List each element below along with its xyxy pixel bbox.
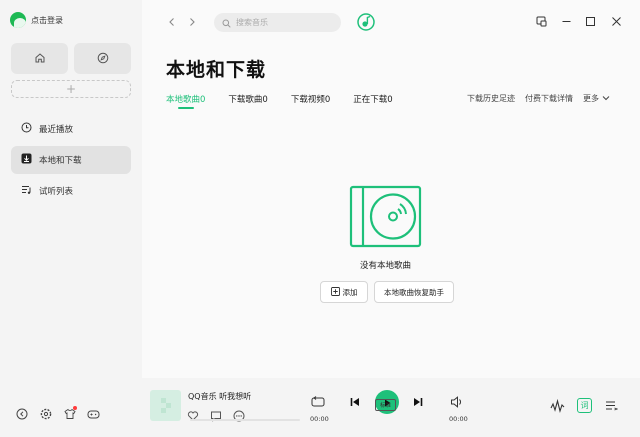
- maximize-icon[interactable]: [584, 15, 596, 27]
- playlist-queue-icon[interactable]: [604, 399, 618, 413]
- mini-mode-icon[interactable]: [535, 15, 547, 27]
- home-icon: [34, 49, 46, 68]
- next-icon[interactable]: [412, 396, 424, 408]
- page-title: 本地和下载: [166, 59, 267, 81]
- close-icon[interactable]: [610, 15, 622, 27]
- quality-button[interactable]: 标准: [375, 399, 396, 411]
- total-time: 00:00: [449, 415, 468, 423]
- comment-icon[interactable]: [210, 407, 222, 426]
- compass-icon: [97, 49, 109, 68]
- sidebar-bottom-tools: [14, 406, 101, 421]
- sidebar-item-trial-list[interactable]: 试听列表: [11, 177, 131, 205]
- sidebar-nav: 最近播放 本地和下载 试听列表: [11, 115, 131, 208]
- explore-button[interactable]: [74, 43, 131, 74]
- search-box[interactable]: 搜索音乐: [214, 13, 341, 32]
- tab-downloaded-videos[interactable]: 下载视频0: [291, 93, 330, 105]
- add-playlist-button[interactable]: +: [11, 80, 131, 98]
- quick-actions: [11, 43, 131, 74]
- collapse-icon[interactable]: [14, 406, 29, 421]
- add-button-label: 添加: [342, 287, 358, 297]
- avatar[interactable]: [10, 12, 26, 28]
- lyrics-button[interactable]: 词: [577, 398, 592, 413]
- sidebar: 点击登录 + 最近播放 本地和下载 试听列表: [0, 0, 142, 437]
- progress-bar[interactable]: [190, 419, 300, 421]
- tab-local-songs[interactable]: 本地歌曲0: [166, 93, 205, 109]
- login-label[interactable]: 点击登录: [31, 15, 63, 26]
- song-title[interactable]: QQ音乐 听我想听: [188, 391, 251, 402]
- download-history-link[interactable]: 下载历史足迹: [467, 93, 515, 104]
- add-button[interactable]: 添加: [320, 281, 368, 303]
- sidebar-item-label: 本地和下载: [39, 156, 82, 166]
- paid-download-link[interactable]: 付费下载详情: [525, 93, 573, 104]
- clock-icon: [21, 122, 32, 136]
- tab-downloading[interactable]: 正在下载0: [353, 93, 392, 105]
- plus-box-icon: [330, 286, 340, 298]
- chevron-down-icon: [602, 94, 610, 104]
- download-icon: [21, 153, 32, 167]
- login-area[interactable]: 点击登录: [10, 12, 63, 28]
- main-panel: 搜索音乐 本地和下载 本地歌曲0 下载歌曲0 下载视频0 正在下载0 下载历史足…: [142, 0, 640, 378]
- more-dots-icon[interactable]: [233, 407, 245, 426]
- recover-assistant-button[interactable]: 本地歌曲恢复助手: [374, 281, 454, 303]
- sidebar-item-label: 最近播放: [39, 125, 74, 135]
- game-icon[interactable]: [86, 406, 101, 421]
- notification-dot: [73, 406, 77, 410]
- sidebar-item-recent[interactable]: 最近播放: [11, 115, 131, 143]
- top-bar: 搜索音乐: [142, 0, 640, 40]
- heart-icon[interactable]: [187, 407, 199, 426]
- playlist-icon: [21, 184, 32, 198]
- tab-downloaded-songs[interactable]: 下载歌曲0: [228, 93, 267, 105]
- minimize-icon[interactable]: [560, 15, 572, 27]
- current-time: 00:00: [310, 415, 329, 423]
- sidebar-item-label: 试听列表: [39, 187, 74, 197]
- settings-icon[interactable]: [38, 406, 53, 421]
- loop-icon[interactable]: [310, 395, 326, 409]
- more-menu[interactable]: 更多: [583, 93, 610, 104]
- album-cover[interactable]: [150, 390, 181, 421]
- more-label: 更多: [583, 94, 599, 103]
- empty-disc-icon: [349, 185, 422, 248]
- search-placeholder[interactable]: 搜索音乐: [236, 17, 268, 28]
- header-links: 下载历史足迹 付费下载详情 更多: [467, 93, 610, 104]
- music-recognition-icon[interactable]: [357, 13, 375, 31]
- tab-bar: 本地歌曲0 下载歌曲0 下载视频0 正在下载0: [166, 93, 416, 109]
- back-arrow-icon[interactable]: [166, 16, 178, 28]
- forward-arrow-icon[interactable]: [186, 16, 198, 28]
- home-button[interactable]: [11, 43, 68, 74]
- skin-icon[interactable]: [62, 406, 77, 421]
- song-actions: [187, 407, 245, 426]
- empty-state-text: 没有本地歌曲: [359, 261, 411, 271]
- sidebar-item-local-download[interactable]: 本地和下载: [11, 146, 131, 174]
- volume-icon[interactable]: [449, 395, 464, 409]
- previous-icon[interactable]: [349, 396, 361, 408]
- search-icon: [222, 13, 231, 32]
- sound-effect-icon[interactable]: [549, 398, 565, 414]
